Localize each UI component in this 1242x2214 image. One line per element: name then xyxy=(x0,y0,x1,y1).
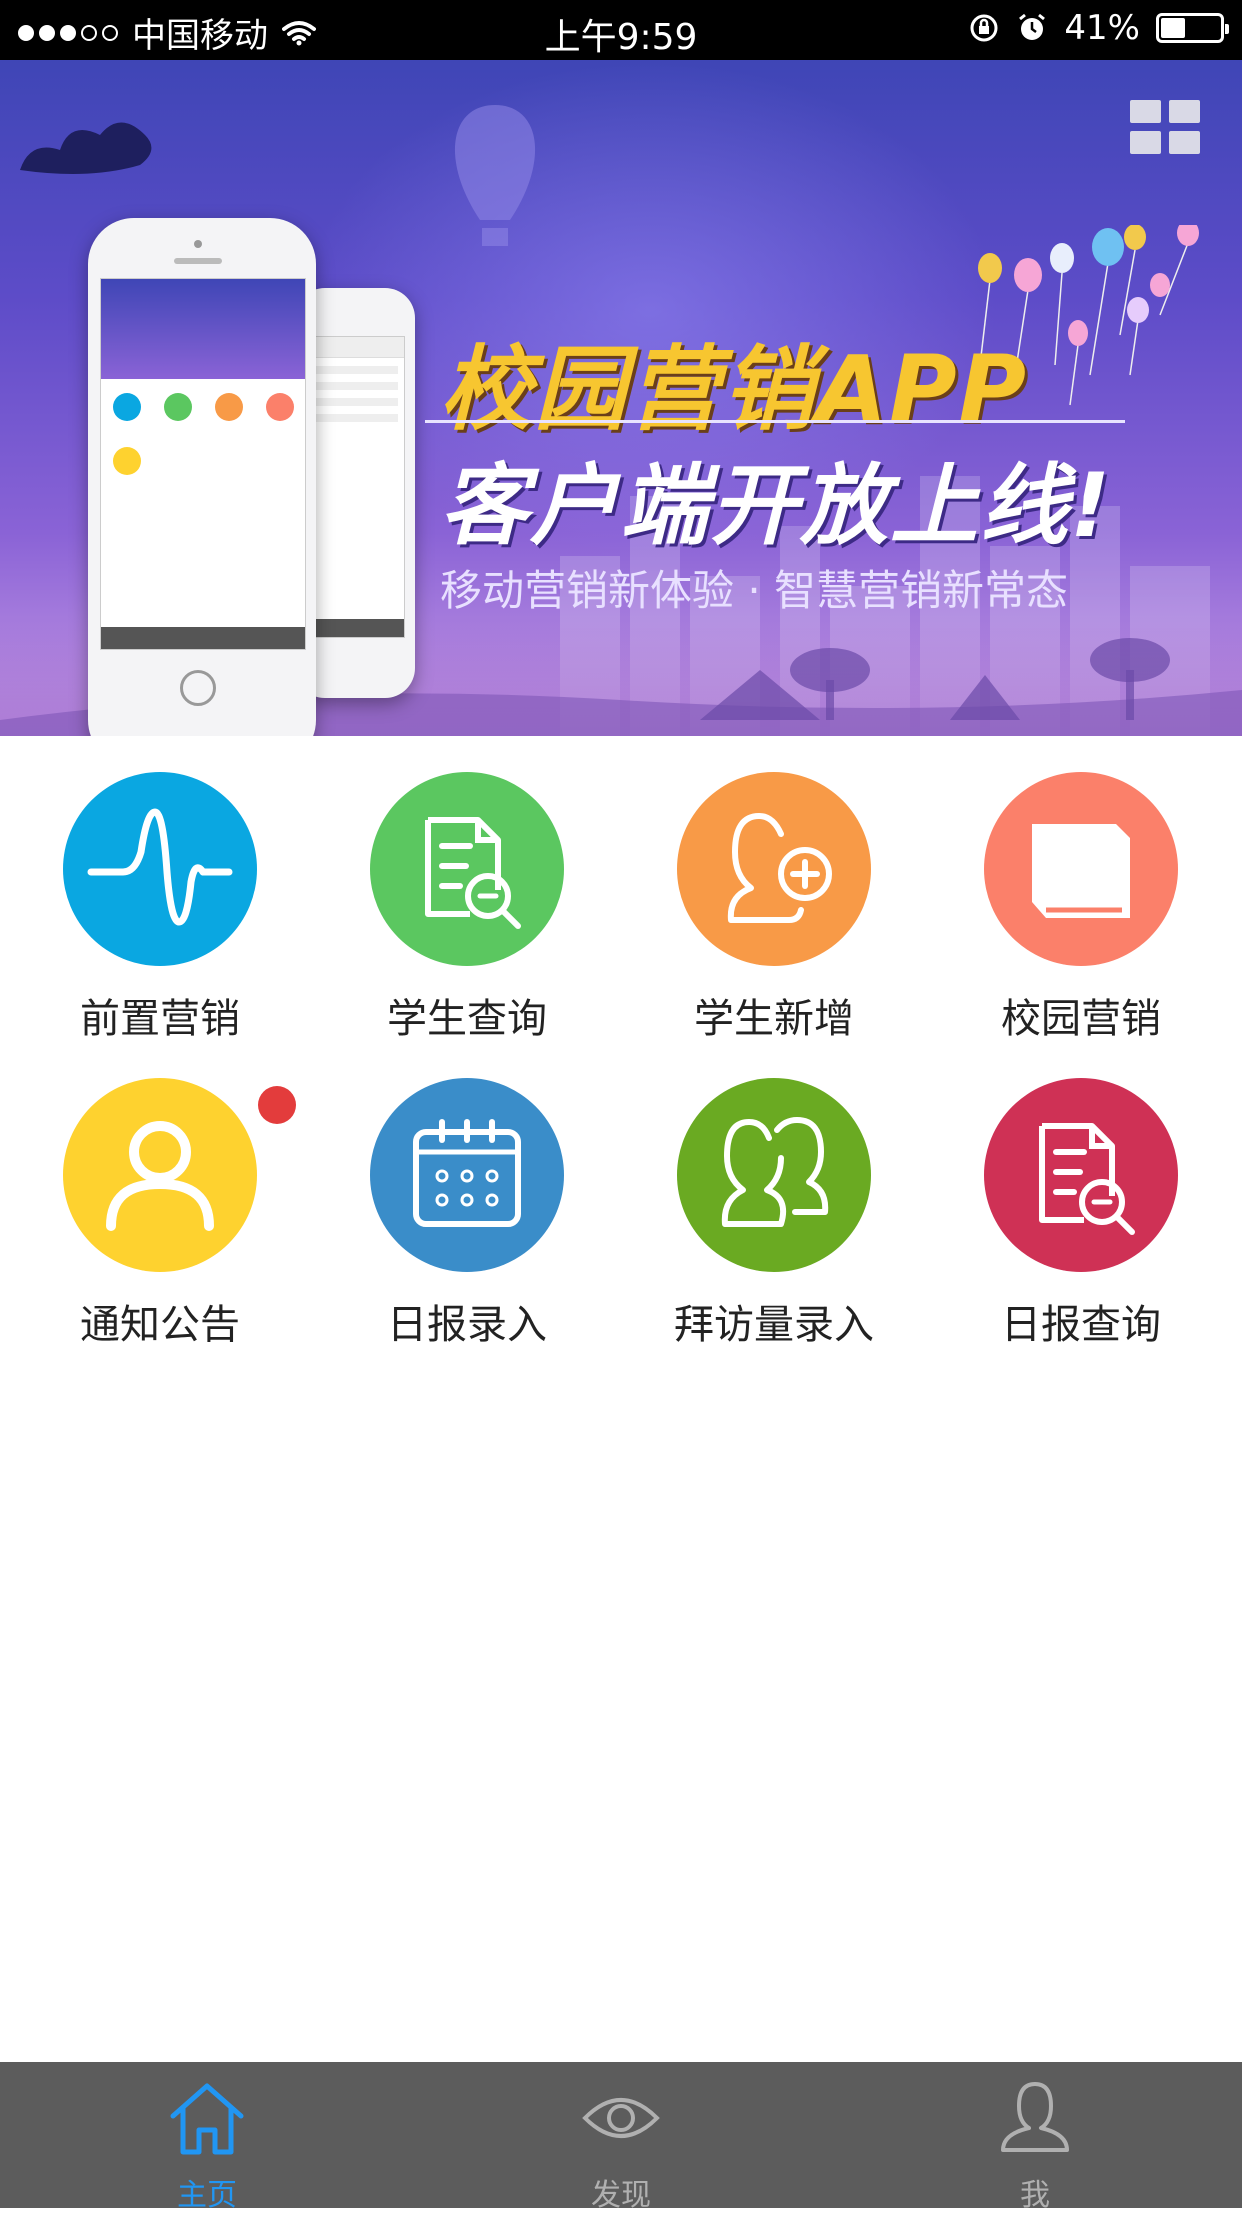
banner-subtitle: 客户端开放上线! xyxy=(440,454,1113,557)
menu-icon-circle xyxy=(677,772,871,966)
banner-divider xyxy=(425,420,1125,423)
phone-mockup-front xyxy=(88,218,316,736)
document-search-icon xyxy=(1039,1123,1135,1235)
tab-discover[interactable]: 发现 xyxy=(414,2062,828,2213)
tab-me[interactable]: 我 xyxy=(828,2062,1242,2213)
menu-item-label: 拜访量录入 xyxy=(674,1302,874,1348)
bottom-tab-bar: 主页 发现 我 xyxy=(0,2062,1242,2213)
menu-item-daily-report-query[interactable]: 日报查询 xyxy=(921,1042,1231,1348)
tab-label: 我 xyxy=(1020,2178,1050,2213)
alarm-icon xyxy=(1019,13,1046,40)
menu-item-label: 学生查询 xyxy=(387,996,547,1042)
calendar-icon xyxy=(413,1119,521,1227)
battery-icon xyxy=(1156,13,1229,43)
menu-icon-circle xyxy=(984,772,1178,966)
cloud-decoration xyxy=(20,122,152,174)
eye-icon xyxy=(582,2098,660,2138)
balloon-decoration xyxy=(454,105,536,246)
tab-home[interactable]: 主页 xyxy=(0,2062,414,2213)
tab-label: 发现 xyxy=(591,2178,651,2213)
person-icon xyxy=(106,1121,214,1231)
status-bar: 中国移动 上午9:59 41% xyxy=(0,0,1242,60)
menu-icon-circle xyxy=(370,1078,564,1272)
banner-tagline: 移动营销新体验 · 智慧营销新常态 xyxy=(440,566,1069,615)
menu-item-label: 前置营销 xyxy=(80,996,240,1042)
menu-icon-circle xyxy=(370,772,564,966)
menu-icon-circle xyxy=(63,1078,257,1272)
notification-badge xyxy=(258,1086,296,1124)
menu-icon-circle xyxy=(677,1078,871,1272)
banner-title: 校园营销APP xyxy=(440,336,1029,443)
promo-banner[interactable]: 校园营销APP 客户端开放上线! 移动营销新体验 · 智慧营销新常态 xyxy=(0,60,1242,736)
document-search-icon xyxy=(425,817,521,929)
menu-item-student-add[interactable]: 学生新增 xyxy=(614,736,924,1042)
menu-item-label: 校园营销 xyxy=(1001,996,1161,1042)
menu-item-notice[interactable]: 通知公告 xyxy=(0,1042,310,1348)
profile-icon xyxy=(1001,2082,1069,2152)
menu-item-pre-marketing[interactable]: 前置营销 xyxy=(0,736,310,1042)
menu-item-label: 学生新增 xyxy=(694,996,854,1042)
grid-menu-button[interactable] xyxy=(1130,100,1200,154)
waveform-icon xyxy=(87,808,233,926)
status-right: 41% xyxy=(968,8,1229,48)
battery-percent: 41% xyxy=(1064,8,1140,48)
menu-item-campus-marketing[interactable]: 校园营销 xyxy=(921,736,1231,1042)
menu-item-visit-entry[interactable]: 拜访量录入 xyxy=(614,1042,924,1348)
menu-icon-circle xyxy=(984,1078,1178,1272)
add-person-icon xyxy=(727,813,832,923)
menu-item-daily-report-entry[interactable]: 日报录入 xyxy=(307,1042,617,1348)
menu-item-label: 日报录入 xyxy=(387,1302,547,1348)
menu-item-student-query[interactable]: 学生查询 xyxy=(307,736,617,1042)
menu-item-label: 通知公告 xyxy=(80,1302,240,1348)
book-icon xyxy=(1032,824,1130,918)
tab-label: 主页 xyxy=(177,2178,237,2213)
menu-item-label: 日报查询 xyxy=(1001,1302,1161,1348)
orientation-lock-icon xyxy=(970,14,998,42)
grid-icon xyxy=(1130,100,1161,123)
people-icon xyxy=(721,1117,829,1227)
menu-icon-circle xyxy=(63,772,257,966)
battery-fill xyxy=(1161,18,1185,38)
home-icon xyxy=(170,2083,244,2155)
